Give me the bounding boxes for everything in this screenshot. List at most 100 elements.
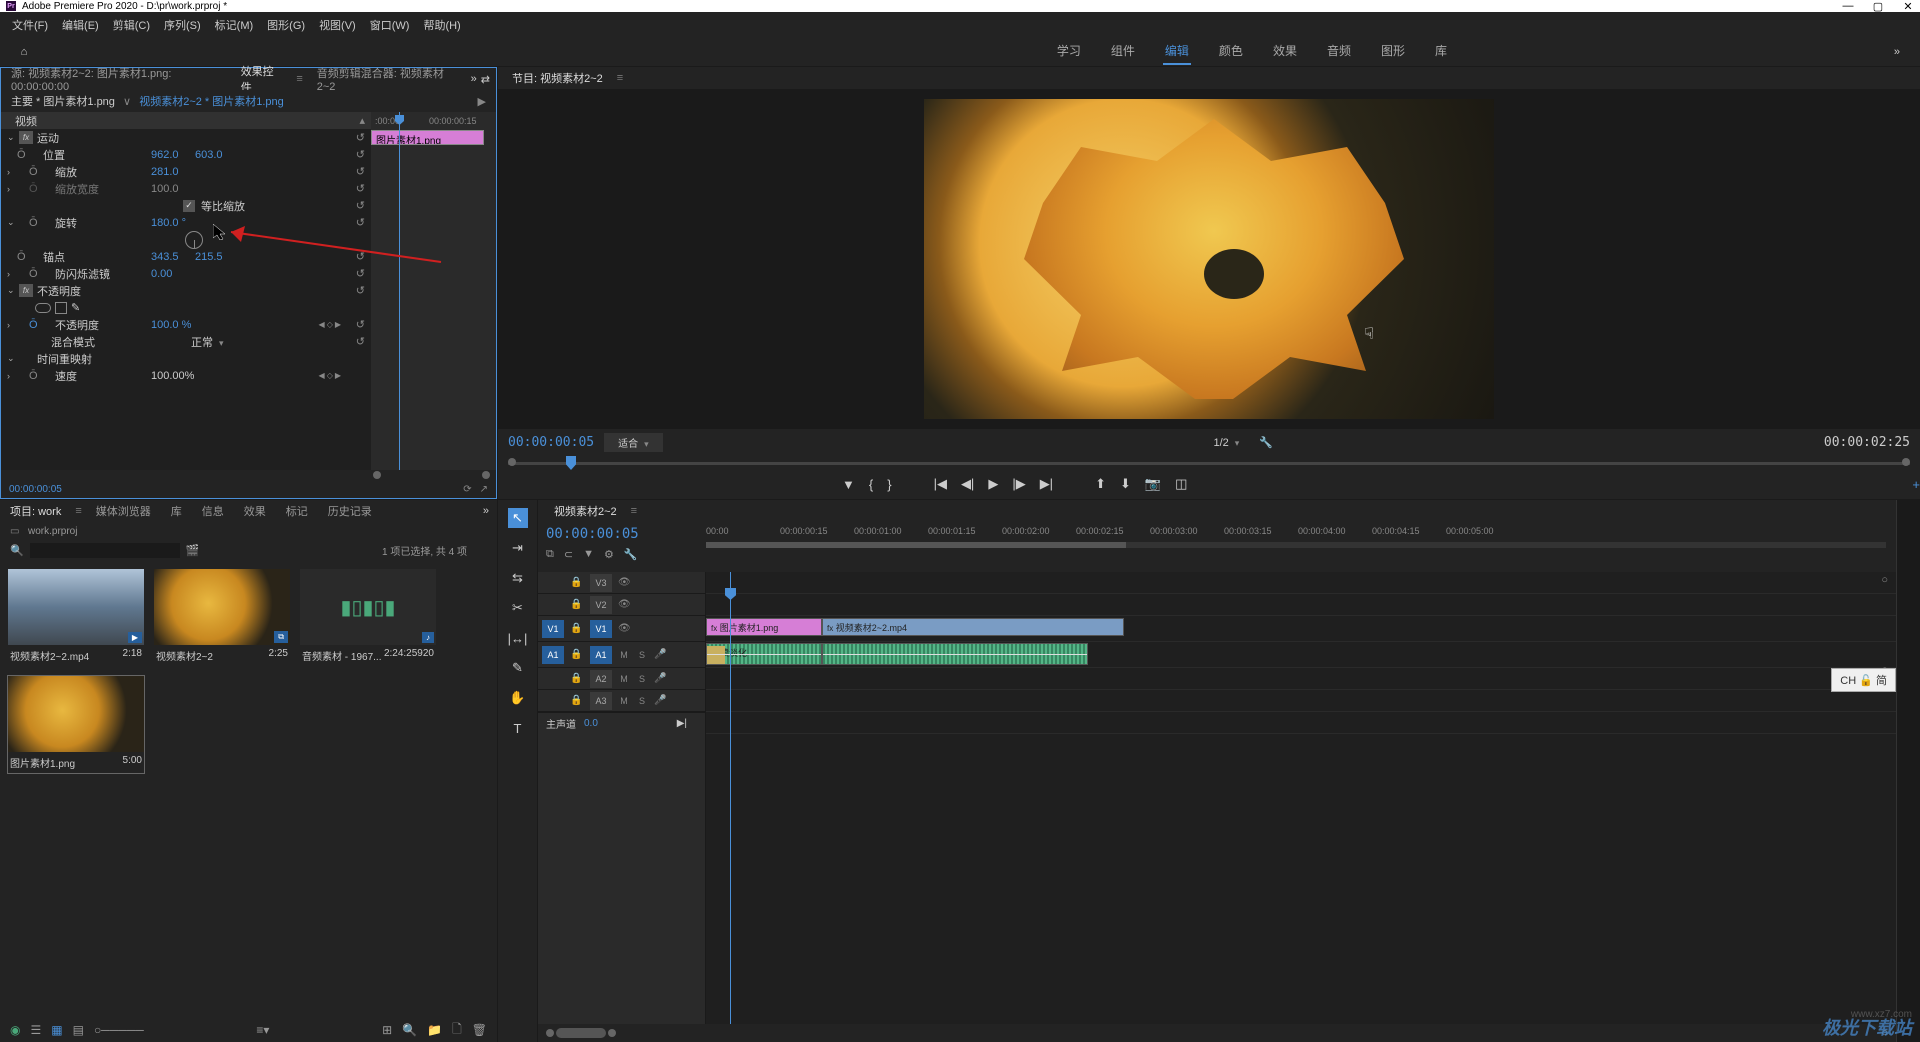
new-item-icon[interactable]: 🗋	[452, 1020, 462, 1041]
eye-v2-icon[interactable]: 👁	[618, 599, 632, 610]
maximize-button[interactable]: ▢	[1872, 0, 1884, 12]
ws-libraries[interactable]: 库	[1433, 38, 1449, 65]
tl-scroll-thumb[interactable]	[556, 1028, 606, 1038]
workspace-overflow-icon[interactable]: »	[1874, 46, 1920, 58]
program-scrubber[interactable]	[508, 456, 1910, 472]
tab-effects[interactable]: 效果	[234, 500, 276, 522]
lane-v1[interactable]: fx 图片素材1.png fx 视频素材2~2.mp4	[706, 616, 1896, 642]
tab-libraries[interactable]: 库	[161, 500, 192, 522]
bin-icon[interactable]: ▭	[10, 526, 24, 537]
settings-gear-icon[interactable]: ⚙	[604, 548, 614, 561]
eye-v1-icon[interactable]: 👁	[618, 623, 632, 634]
timeremap-twisty[interactable]: ⌄	[7, 353, 19, 364]
ime-indicator[interactable]: CH 🔓 简	[1831, 668, 1896, 692]
fx-badge-icon[interactable]: fx	[19, 131, 33, 144]
program-timecode[interactable]: 00:00:00:05	[508, 435, 594, 450]
ec-play-icon[interactable]: ▶	[478, 95, 486, 108]
eye-v3-icon[interactable]: 👁	[618, 577, 632, 588]
reset-opacity-section-icon[interactable]: ↺	[356, 284, 365, 297]
master-track-header[interactable]: 主声道0.0▶|	[538, 712, 705, 734]
ec-playhead[interactable]	[399, 112, 400, 470]
rotation-dial-icon[interactable]	[185, 231, 203, 249]
rotation-value[interactable]: 180.0 °	[151, 217, 195, 229]
opacity-twisty[interactable]: ⌄	[7, 285, 19, 296]
clip-image[interactable]: fx 图片素材1.png	[706, 618, 822, 636]
opacity-section-label[interactable]: 不透明度	[37, 283, 81, 299]
reset-uniform-icon[interactable]: ↺	[356, 199, 365, 212]
flicker-stopwatch-icon[interactable]: Ō	[19, 268, 33, 280]
scale-stopwatch-icon[interactable]: Ō	[19, 166, 33, 178]
goto-in-icon[interactable]: |◀	[934, 476, 947, 492]
type-tool-icon[interactable]: T	[508, 718, 528, 738]
opacity-stopwatch-icon[interactable]: Ō	[19, 319, 33, 331]
lock-a3-icon[interactable]: 🔒	[570, 695, 584, 706]
pen-tool-icon[interactable]: ✎	[508, 658, 528, 678]
ws-audio[interactable]: 音频	[1325, 38, 1353, 65]
nested-clip-link[interactable]: 视频素材2~2 * 图片素材1.png	[139, 93, 284, 109]
reset-blend-icon[interactable]: ↺	[356, 335, 365, 348]
track-header-a3[interactable]: 🔒A3MS🎤	[538, 690, 705, 712]
step-back-icon[interactable]: ◀|	[961, 476, 974, 492]
lane-a3[interactable]	[706, 690, 1896, 712]
selection-tool-icon[interactable]: ↖	[508, 508, 528, 528]
settings-wrench-icon[interactable]: 🔧	[1259, 436, 1273, 449]
tab-timeline-sequence[interactable]: 视频素材2~2	[544, 500, 627, 522]
menu-edit[interactable]: 编辑(E)	[56, 15, 105, 35]
flicker-value[interactable]: 0.00	[151, 268, 195, 280]
menu-clip[interactable]: 剪辑(C)	[107, 15, 156, 35]
menu-file[interactable]: 文件(F)	[6, 15, 54, 35]
kf-add-icon[interactable]: ◇	[327, 320, 333, 329]
ripple-tool-icon[interactable]: ⇆	[508, 568, 528, 588]
timeremap-label[interactable]: 时间重映射	[37, 351, 92, 367]
track-header-a1[interactable]: A1🔒A1MS🎤	[538, 642, 705, 668]
clapper-icon[interactable]: 🎬	[186, 544, 200, 557]
lock-v2-icon[interactable]: 🔒	[570, 599, 584, 610]
button-editor-icon[interactable]: +	[1912, 477, 1920, 492]
clip-audio-1[interactable]: 持续淡化	[706, 643, 822, 665]
lane-v3[interactable]	[706, 572, 1896, 594]
panel-swap-icon[interactable]: ⇄	[481, 73, 490, 86]
scale-value[interactable]: 281.0	[151, 166, 195, 178]
reset-anchor-icon[interactable]: ↺	[356, 250, 365, 263]
mic-a1-icon[interactable]: 🎤	[654, 649, 668, 660]
position-stopwatch-icon[interactable]: Ō	[7, 149, 21, 161]
home-icon[interactable]: ⌂	[0, 46, 30, 58]
lock-v1-icon[interactable]: 🔒	[570, 623, 584, 634]
zoom-slider[interactable]: ○─────	[94, 1023, 144, 1037]
add-marker-icon[interactable]: ▼	[842, 477, 855, 492]
lane-v2[interactable]	[706, 594, 1896, 616]
lift-icon[interactable]: ⬆	[1095, 476, 1106, 492]
bin-item-sequence[interactable]: ⧉ 视频素材2~22:25	[154, 569, 290, 666]
menu-window[interactable]: 窗口(W)	[364, 15, 416, 35]
reset-scalew-icon[interactable]: ↺	[356, 182, 365, 195]
reset-opacity-icon[interactable]: ↺	[356, 318, 365, 331]
motion-twisty[interactable]: ⌄	[7, 132, 19, 143]
mark-out-icon[interactable]: }	[887, 477, 891, 492]
audio-meter[interactable]	[1896, 500, 1920, 1042]
timeline-tab-menu[interactable]: ≡	[627, 505, 641, 517]
menu-sequence[interactable]: 序列(S)	[158, 15, 207, 35]
extract-icon[interactable]: ⬇	[1120, 476, 1131, 492]
motion-label[interactable]: 运动	[37, 130, 59, 146]
kf-prev-icon[interactable]: ◀	[319, 320, 325, 329]
razor-tool-icon[interactable]: ✂	[508, 598, 528, 618]
reset-flicker-icon[interactable]: ↺	[356, 267, 365, 280]
timeline-timecode[interactable]: 00:00:00:05	[546, 526, 698, 542]
clip-audio-2[interactable]	[822, 643, 1088, 665]
play-icon[interactable]: ▶	[988, 476, 998, 492]
bin-item-image[interactable]: 图片素材1.png5:00	[8, 676, 144, 773]
ws-color[interactable]: 颜色	[1217, 38, 1245, 65]
step-fwd-icon[interactable]: |▶	[1012, 476, 1025, 492]
snap-icon[interactable]: ⧉	[546, 548, 554, 561]
track-header-v1[interactable]: V1🔒V1👁	[538, 616, 705, 642]
ws-assembly[interactable]: 组件	[1109, 38, 1137, 65]
new-bin-icon[interactable]: 📁	[427, 1023, 442, 1037]
icon-view-icon[interactable]: ▦	[51, 1023, 62, 1037]
ws-learn[interactable]: 学习	[1055, 38, 1083, 65]
lane-a2[interactable]	[706, 668, 1896, 690]
scale-twisty[interactable]: ›	[7, 167, 19, 177]
compare-icon[interactable]: ◫	[1175, 476, 1187, 492]
lane-a1[interactable]: 持续淡化	[706, 642, 1896, 668]
menu-graphics[interactable]: 图形(G)	[261, 15, 311, 35]
menu-view[interactable]: 视图(V)	[313, 15, 362, 35]
